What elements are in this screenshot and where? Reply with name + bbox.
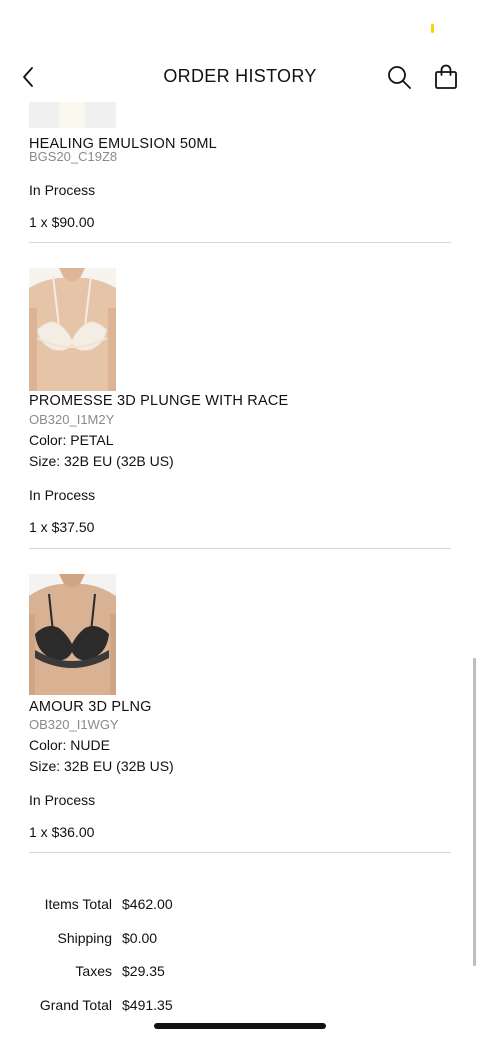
scrollbar[interactable] xyxy=(473,658,476,966)
quantity-price: 1 x $37.50 xyxy=(29,519,95,535)
divider xyxy=(29,852,451,853)
product-name[interactable]: AMOUR 3D PLNG xyxy=(29,698,152,716)
quantity-price: 1 x $90.00 xyxy=(29,214,95,230)
quantity-price: 1 x $36.00 xyxy=(29,824,95,840)
order-item[interactable]: PROMESSE 3D PLUNGE WITH RACE OB320_I1M2Y… xyxy=(29,268,451,548)
product-name[interactable]: PROMESSE 3D PLUNGE WITH RACE xyxy=(29,392,288,410)
product-image[interactable] xyxy=(29,268,116,391)
shipping-label: Shipping xyxy=(57,930,113,946)
grand-total-row: Grand Total $491.35 xyxy=(0,997,480,1019)
items-total-label: Items Total xyxy=(44,896,112,912)
product-color: Color: NUDE xyxy=(29,737,110,753)
grand-total-value: $491.35 xyxy=(122,997,173,1013)
order-item[interactable]: HEALING EMULSION 50ML BGS20_C19Z8 In Pro… xyxy=(29,102,451,242)
product-size: Size: 32B EU (32B US) xyxy=(29,758,174,774)
shipping-row: Shipping $0.00 xyxy=(0,930,480,952)
items-total-row: Items Total $462.00 xyxy=(0,896,480,918)
search-icon xyxy=(388,66,411,89)
header: ORDER HISTORY xyxy=(0,52,480,102)
bag-button[interactable] xyxy=(431,62,461,92)
shipping-value: $0.00 xyxy=(122,930,158,946)
taxes-label: Taxes xyxy=(75,963,112,979)
product-sku: OB320_I1M2Y xyxy=(29,412,115,427)
product-sku: BGS20_C19Z8 xyxy=(29,149,118,164)
divider xyxy=(29,548,451,549)
grand-total-label: Grand Total xyxy=(39,997,112,1013)
order-status: In Process xyxy=(29,182,96,198)
taxes-value: $29.35 xyxy=(122,963,165,979)
product-image[interactable] xyxy=(29,102,116,128)
product-image[interactable] xyxy=(29,574,116,695)
search-button[interactable] xyxy=(384,62,414,92)
product-size: Size: 32B EU (32B US) xyxy=(29,453,174,469)
home-indicator[interactable] xyxy=(154,1023,326,1029)
items-total-value: $462.00 xyxy=(122,896,173,912)
product-sku: OB320_I1WGY xyxy=(29,717,119,732)
order-status: In Process xyxy=(29,792,96,808)
taxes-row: Taxes $29.35 xyxy=(0,963,480,985)
divider xyxy=(29,242,451,243)
order-status: In Process xyxy=(29,487,96,503)
product-color: Color: PETAL xyxy=(29,432,114,448)
status-indicator xyxy=(431,24,434,33)
shopping-bag-icon xyxy=(435,64,457,89)
order-item[interactable]: AMOUR 3D PLNG OB320_I1WGY Color: NUDE Si… xyxy=(29,574,451,852)
